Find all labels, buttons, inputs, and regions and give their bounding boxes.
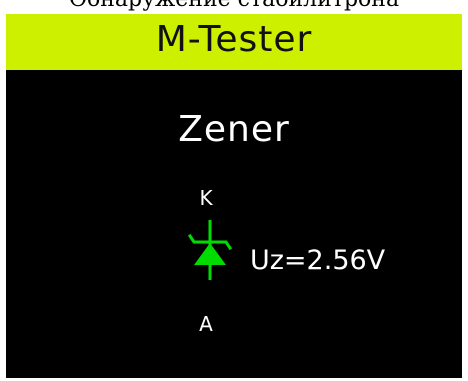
diode-triangle (194, 243, 226, 265)
caption-strip: Обнаружение стабилитрона (0, 0, 468, 14)
app-title: M-Tester (155, 19, 313, 60)
caption-text: Обнаружение стабилитрона (0, 0, 468, 13)
component-type-label: Zener (178, 109, 290, 150)
device-screen: M-Tester Zener K Uz=2.56V A (6, 14, 462, 378)
title-bar: M-Tester (6, 14, 462, 70)
anode-pin-label: A (199, 312, 213, 336)
cathode-pin-label: K (199, 186, 213, 210)
zener-diode-icon (187, 220, 233, 280)
zener-voltage-value: Uz=2.56V (250, 245, 386, 276)
